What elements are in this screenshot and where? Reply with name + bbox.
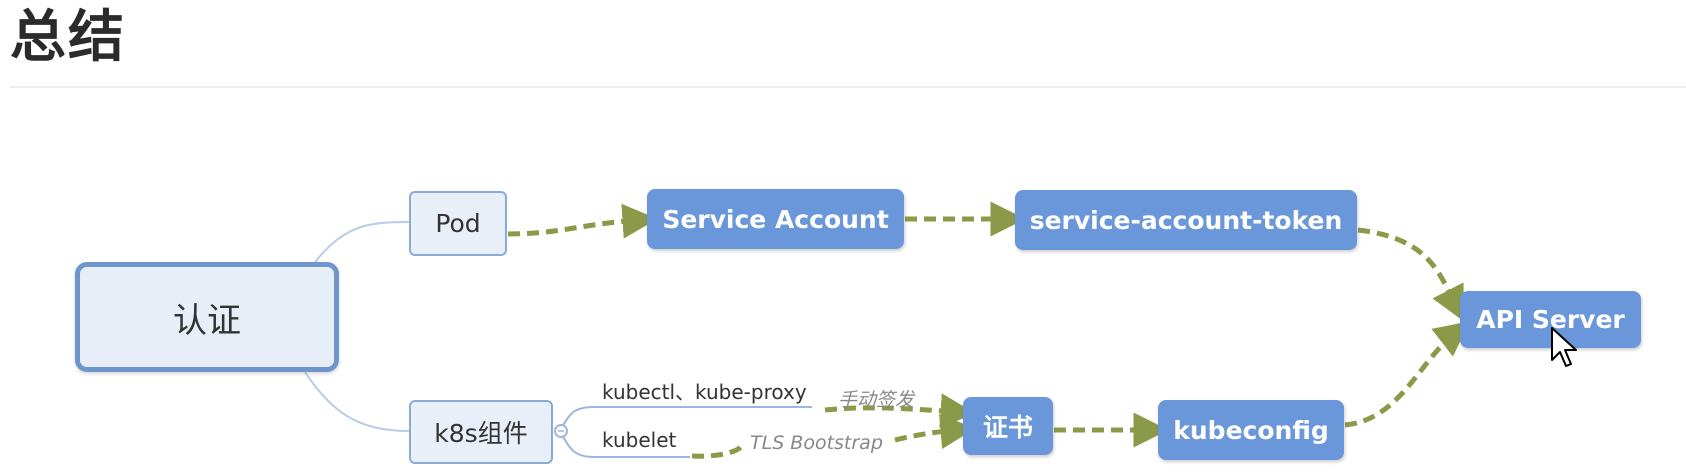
edge-label-manual-issue: 手动签发 xyxy=(838,389,915,411)
node-service-account: Service Account xyxy=(647,189,904,249)
edge-label-tls-bootstrap: TLS Bootstrap xyxy=(750,432,883,454)
branch-label-kubelet: kubelet xyxy=(602,428,677,452)
node-authentication: 认证 xyxy=(75,262,339,372)
branch-label-kubectl: kubectl、kube-proxy xyxy=(602,380,807,404)
tree-line-root-to-k8s xyxy=(304,371,410,432)
node-certificate: 证书 xyxy=(963,397,1053,455)
node-service-account-token: service-account-token xyxy=(1015,190,1357,250)
arrow-pod-to-sa xyxy=(507,203,658,239)
tree-line-k8s-to-kubectl xyxy=(559,406,812,432)
arrow-kubeconfig-to-api xyxy=(1344,321,1470,428)
tree-line-root-to-pod xyxy=(314,221,410,263)
arrow-token-to-api xyxy=(1357,227,1465,322)
node-pod: Pod xyxy=(409,191,507,256)
node-kubeconfig: kubeconfig xyxy=(1158,400,1344,460)
mouse-cursor-icon xyxy=(1551,327,1577,367)
node-k8s-components: k8s组件 xyxy=(409,400,553,464)
